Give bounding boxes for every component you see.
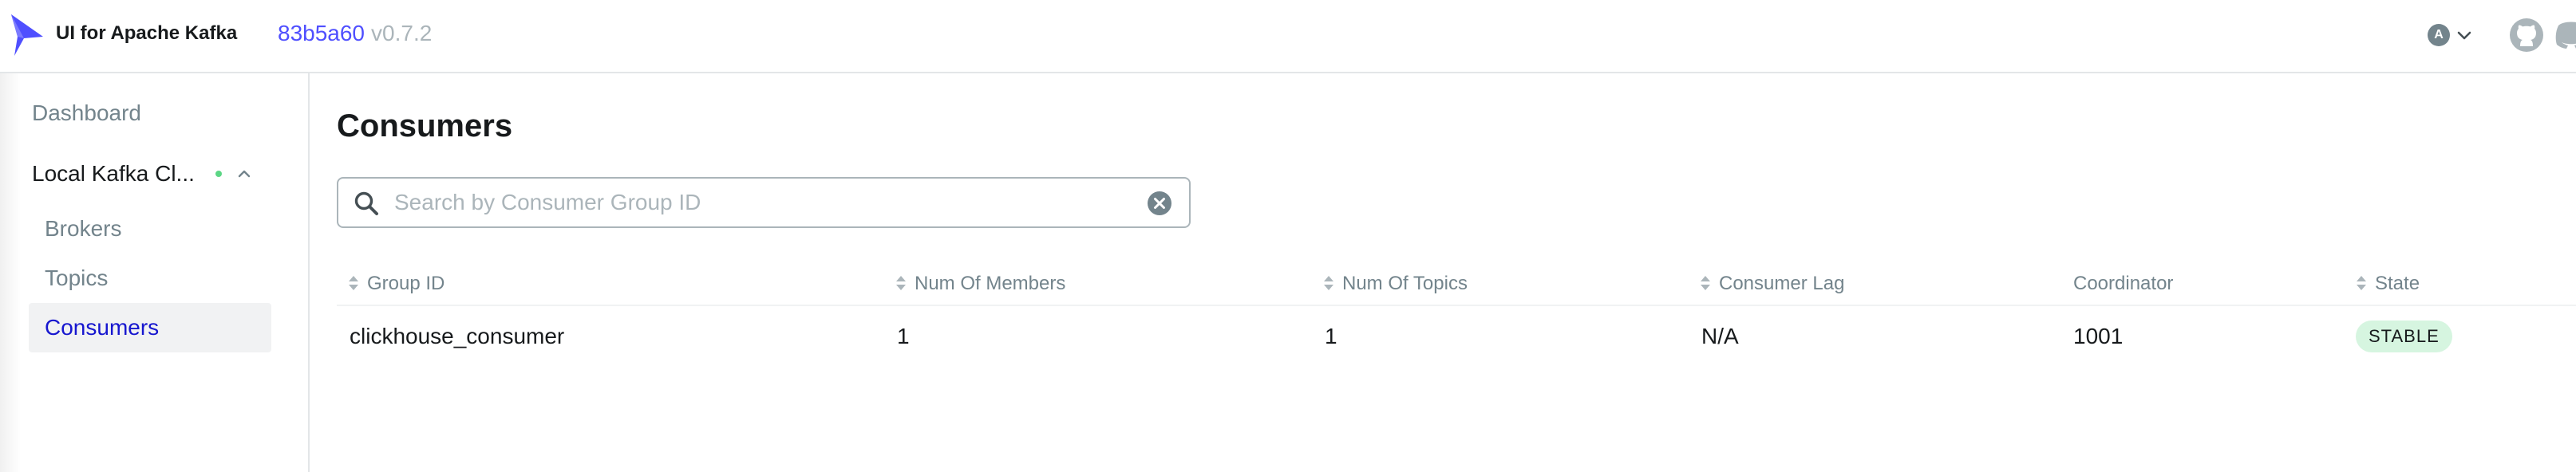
search-icon <box>354 191 378 215</box>
avatar: A <box>2428 24 2450 46</box>
cluster-name: Local Kafka Cl... <box>32 161 195 186</box>
table-row[interactable]: clickhouse_consumer 1 1 N/A 1001 STABLE <box>337 306 2576 367</box>
sidebar-item-dashboard[interactable]: Dashboard <box>32 99 141 128</box>
group-id-link[interactable]: clickhouse_consumer <box>350 322 564 351</box>
sidebar-item-consumers[interactable]: Consumers <box>29 303 271 352</box>
cell-consumer-lag: N/A <box>1701 324 1739 348</box>
column-label: Num Of Members <box>915 273 1066 294</box>
app-title[interactable]: UI for Apache Kafka <box>56 21 237 46</box>
version-hash-link[interactable]: 83b5a60 <box>278 21 365 45</box>
column-label: Num Of Topics <box>1342 273 1468 294</box>
sidebar-item-brokers[interactable]: Brokers <box>29 204 271 254</box>
clear-search-icon[interactable] <box>1146 190 1173 217</box>
cell-coordinator: 1001 <box>2073 324 2124 348</box>
search-input[interactable] <box>394 187 1112 218</box>
sidebar-shadow <box>0 73 21 472</box>
github-icon[interactable] <box>2509 18 2544 53</box>
version-tag: v0.7.2 <box>371 21 433 45</box>
user-menu-button[interactable]: A <box>2426 21 2477 49</box>
table-header: Group ID Num Of Members Num Of Topics Co… <box>337 263 2576 306</box>
column-header-num-members[interactable]: Num Of Members <box>895 269 1065 298</box>
column-label: State <box>2375 273 2420 294</box>
sort-icon <box>2357 276 2366 290</box>
column-header-num-topics[interactable]: Num Of Topics <box>1323 269 1468 298</box>
column-label: Consumer Lag <box>1719 273 1845 294</box>
cluster-status-dot <box>215 171 222 177</box>
sidebar-item-topics[interactable]: Topics <box>29 254 271 303</box>
page-title: Consumers <box>337 108 513 144</box>
version-info: 83b5a60 v0.7.2 <box>278 19 432 48</box>
column-header-group-id[interactable]: Group ID <box>348 269 444 298</box>
sidebar-cluster-toggle[interactable]: Local Kafka Cl... <box>32 158 271 190</box>
column-label: Group ID <box>367 273 445 294</box>
chevron-down-icon <box>2457 31 2471 40</box>
column-label: Coordinator <box>2073 273 2174 294</box>
sort-icon <box>349 276 358 290</box>
cell-num-members: 1 <box>897 324 910 348</box>
status-badge: STABLE <box>2356 321 2452 352</box>
sort-icon <box>1701 276 1710 290</box>
column-header-state[interactable]: State <box>2356 269 2420 298</box>
sort-icon <box>896 276 906 290</box>
discord-icon[interactable] <box>2555 18 2576 53</box>
sort-icon <box>1324 276 1333 290</box>
search-box <box>337 177 1191 228</box>
kafka-ui-logo-icon[interactable] <box>6 13 45 57</box>
chevron-up-icon <box>238 170 251 178</box>
cell-num-topics: 1 <box>1325 324 1337 348</box>
column-header-consumer-lag[interactable]: Consumer Lag <box>1700 269 1844 298</box>
column-header-coordinator: Coordinator <box>2073 269 2173 298</box>
top-navbar: UI for Apache Kafka 83b5a60 v0.7.2 A <box>0 0 2576 73</box>
